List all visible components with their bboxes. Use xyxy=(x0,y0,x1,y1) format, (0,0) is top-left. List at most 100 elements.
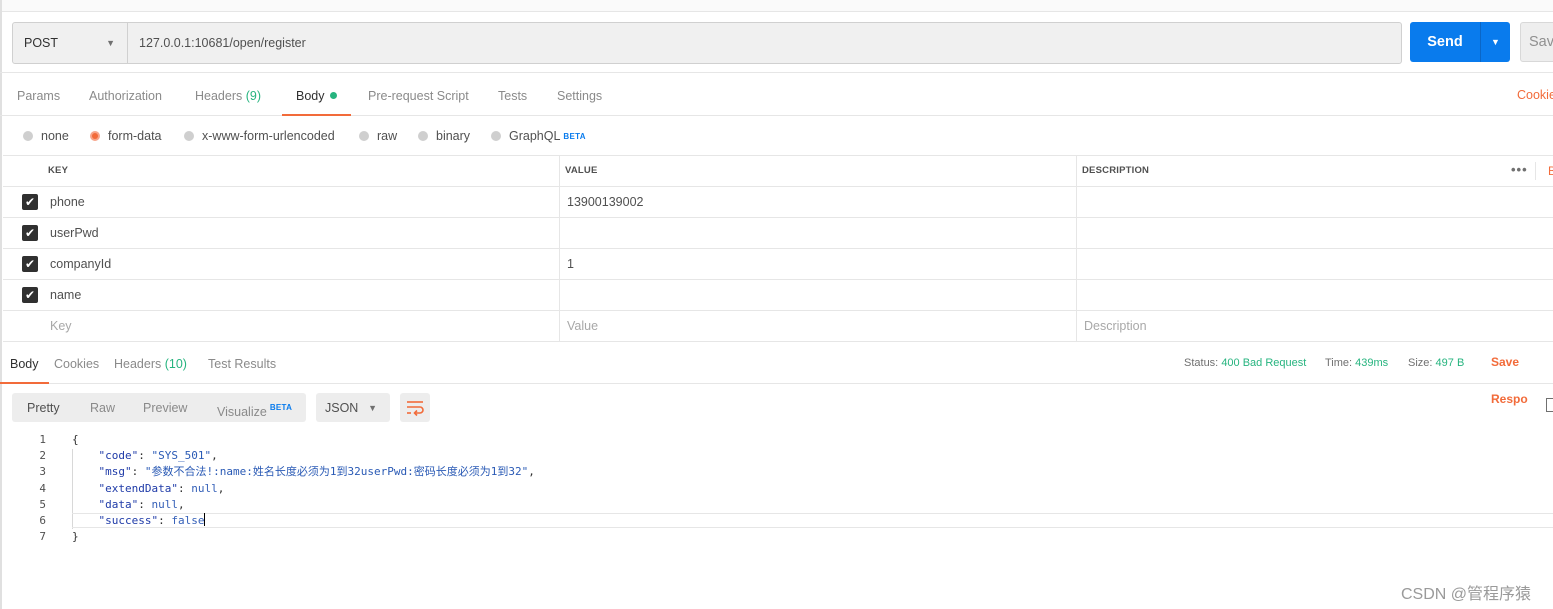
column-divider xyxy=(559,280,560,310)
row-checkbox[interactable]: ✔ xyxy=(22,225,38,241)
radio-graphql[interactable]: GraphQL BETA xyxy=(491,122,586,150)
code-line: 5 "data": null, xyxy=(0,497,1553,513)
tab-params[interactable]: Params xyxy=(17,73,60,115)
row-key[interactable]: name xyxy=(50,280,81,310)
save-response-button[interactable]: Save Respo xyxy=(1491,344,1553,418)
radio-circle-icon xyxy=(23,131,33,141)
tab-headers[interactable]: Headers (9) xyxy=(195,73,261,115)
new-description-input[interactable]: Description xyxy=(1084,311,1147,341)
time-info: Time: 439ms xyxy=(1325,344,1388,383)
row-value[interactable]: 13900139002 xyxy=(567,187,643,217)
view-pretty[interactable]: Pretty xyxy=(27,393,60,422)
line-number: 2 xyxy=(39,449,46,463)
cookies-link[interactable]: Cookie xyxy=(1517,72,1553,114)
radio-form-data[interactable]: form-data xyxy=(90,122,162,150)
row-checkbox[interactable]: ✔ xyxy=(22,256,38,272)
header-divider xyxy=(1535,162,1536,180)
status-label: Status: xyxy=(1184,357,1219,369)
row-key[interactable]: phone xyxy=(50,187,85,217)
radio-none[interactable]: none xyxy=(23,122,69,150)
code-text: } xyxy=(72,529,79,545)
code-token: { xyxy=(72,433,79,446)
column-divider xyxy=(559,249,560,279)
code-separator: : xyxy=(131,465,145,479)
column-divider xyxy=(559,156,560,186)
tab-settings[interactable]: Settings xyxy=(557,73,602,115)
modified-dot-icon xyxy=(329,92,337,99)
tab-pre-request-script[interactable]: Pre-request Script xyxy=(368,73,469,115)
check-icon: ✔ xyxy=(24,288,36,302)
tab-authorization[interactable]: Authorization xyxy=(89,73,162,115)
view-visualize[interactable]: Visualize BETA xyxy=(217,393,292,422)
save-button[interactable]: Sav xyxy=(1520,22,1553,62)
code-separator: : xyxy=(138,449,152,463)
column-header-key: KEY xyxy=(48,165,69,176)
view-raw[interactable]: Raw xyxy=(90,393,115,422)
method-select[interactable]: POST ▼ xyxy=(13,23,128,63)
size-label: Size: xyxy=(1408,357,1433,369)
more-options-icon[interactable]: ••• xyxy=(1511,156,1528,184)
table-row-new: Key Value Description xyxy=(3,311,1553,342)
new-key-input[interactable]: Key xyxy=(50,311,72,341)
row-checkbox[interactable]: ✔ xyxy=(22,194,38,210)
table-row: ✔ phone 13900139002 xyxy=(3,187,1553,218)
row-key[interactable]: companyId xyxy=(50,249,111,279)
code-trail: , xyxy=(528,465,535,479)
tab-tests[interactable]: Tests xyxy=(498,73,527,115)
format-label: JSON xyxy=(325,400,359,415)
code-trail: , xyxy=(178,497,185,511)
code-text: "success": false xyxy=(72,512,206,529)
response-tab-body[interactable]: Body xyxy=(0,344,48,384)
chevron-down-icon: ▼ xyxy=(368,402,377,413)
line-number: 5 xyxy=(39,497,46,511)
line-number: 7 xyxy=(39,530,46,544)
radio-raw[interactable]: raw xyxy=(359,122,397,150)
response-body-editor[interactable]: 1{ 2 "code": "SYS_501", 3 "msg": "参数不合法!… xyxy=(0,432,1553,545)
request-tabs: Params Authorization Headers (9) Body Pr… xyxy=(0,72,1553,116)
radio-circle-icon xyxy=(418,131,428,141)
response-tab-cookies[interactable]: Cookies xyxy=(54,344,99,383)
view-preview[interactable]: Preview xyxy=(143,393,187,422)
wrap-lines-button[interactable] xyxy=(400,393,430,422)
row-checkbox[interactable]: ✔ xyxy=(22,287,38,303)
code-trail: , xyxy=(211,449,218,463)
json-value: null xyxy=(191,481,218,495)
watermark: CSDN @管程序猿 xyxy=(1401,586,1532,603)
row-value[interactable]: 1 xyxy=(567,249,574,279)
table-row: ✔ name xyxy=(3,280,1553,311)
response-tab-headers[interactable]: Headers (10) xyxy=(114,344,187,383)
table-header-row: KEY VALUE DESCRIPTION ••• B xyxy=(3,156,1553,187)
code-line: 6 "success": false xyxy=(0,512,1553,529)
request-bar: POST ▼ 127.0.0.1:10681/open/register xyxy=(12,22,1402,64)
window-top-strip xyxy=(0,0,1553,12)
column-divider xyxy=(1076,187,1077,217)
column-divider xyxy=(559,187,560,217)
bulk-edit-link[interactable]: B xyxy=(1548,156,1553,186)
code-separator: : xyxy=(138,497,152,511)
body-type-radios: none form-data x-www-form-urlencoded raw… xyxy=(0,122,1553,150)
send-dropdown-chevron-icon[interactable]: ▼ xyxy=(1480,22,1510,62)
json-value: null xyxy=(151,497,179,511)
size-value: 497 B xyxy=(1435,357,1465,369)
column-divider xyxy=(1076,249,1077,279)
tab-body[interactable]: Body xyxy=(282,73,350,116)
text-cursor xyxy=(204,512,206,526)
new-value-input[interactable]: Value xyxy=(567,311,598,341)
url-input[interactable]: 127.0.0.1:10681/open/register xyxy=(128,23,1401,63)
row-key[interactable]: userPwd xyxy=(50,218,99,248)
line-number: 4 xyxy=(39,481,46,495)
json-value: "参数不合法!:name:姓名长度必须为1到32userPwd:密码长度必须为1… xyxy=(144,465,529,479)
radio-binary[interactable]: binary xyxy=(418,122,470,150)
copy-icon[interactable] xyxy=(1546,398,1553,412)
format-select[interactable]: JSON ▼ xyxy=(316,393,390,422)
column-divider xyxy=(1076,280,1077,310)
form-data-table: KEY VALUE DESCRIPTION ••• B ✔ phone 1390… xyxy=(3,155,1553,342)
radio-x-www-form-urlencoded[interactable]: x-www-form-urlencoded xyxy=(184,122,335,150)
column-header-value: VALUE xyxy=(565,165,598,176)
response-tab-test-results[interactable]: Test Results xyxy=(208,344,276,383)
send-button[interactable]: Send ▼ xyxy=(1410,22,1510,62)
